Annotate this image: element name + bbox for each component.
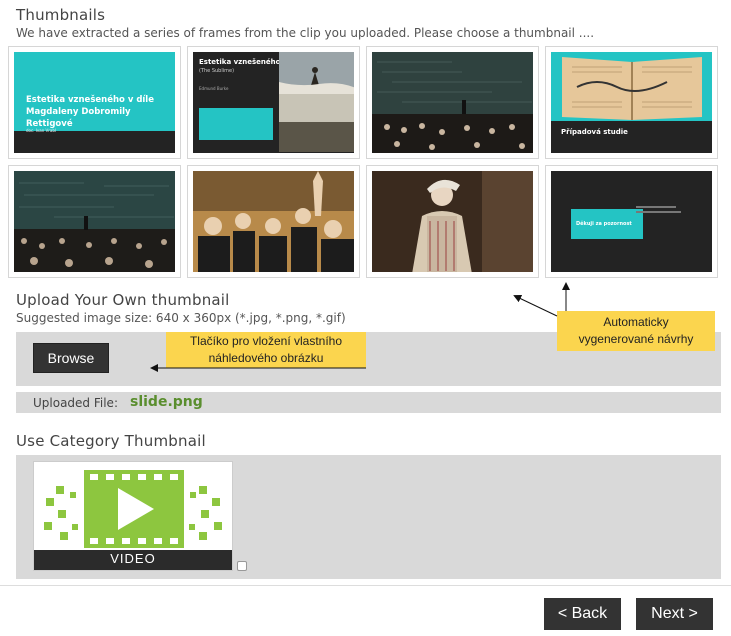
browse-button[interactable]: Browse — [33, 343, 109, 373]
frame-8-title: Děkuji za pozornost — [576, 221, 632, 227]
auto-suggestions-annotation: Automaticky vygenerované návrhy — [557, 311, 715, 351]
category-thumbnail-image[interactable]: VIDEO — [33, 461, 233, 571]
book-image — [557, 52, 707, 122]
thumbnail-frame-6[interactable] — [187, 165, 360, 278]
browse-annotation: Tlačíko pro vložení vlastního náhledovéh… — [166, 332, 366, 368]
footer-divider — [0, 585, 731, 586]
thumbnail-frame-5[interactable] — [8, 165, 181, 278]
category-thumbnail-checkbox[interactable] — [237, 561, 247, 571]
frame-2-author: Edmund Burke — [199, 86, 229, 91]
thumbnail-frame-3[interactable] — [366, 46, 539, 159]
audience-image — [193, 171, 354, 272]
lecture-hall-wide-image — [14, 171, 175, 272]
person-costume-image — [372, 171, 533, 272]
frame-2-title: Estetika vznešeného — [199, 58, 281, 66]
upload-hint: Suggested image size: 640 x 360px (*.jpg… — [16, 311, 346, 325]
uploaded-file-name: slide.png — [130, 394, 203, 410]
uploaded-file-bar — [16, 392, 721, 413]
category-heading: Use Category Thumbnail — [16, 432, 206, 450]
thumbnail-frame-7[interactable] — [366, 165, 539, 278]
back-button[interactable]: < Back — [544, 598, 621, 630]
thumbnails-heading: Thumbnails — [16, 6, 106, 24]
video-label: VIDEO — [110, 551, 156, 566]
painting-image — [279, 52, 354, 152]
uploaded-file-label: Uploaded File: — [33, 396, 118, 410]
thumbnail-frame-8[interactable]: Děkuji za pozornost — [545, 165, 718, 278]
frame-4-title: Případová studie — [561, 128, 628, 136]
thumbnail-frame-2[interactable]: Estetika vznešeného (The Sublime) Edmund… — [187, 46, 360, 159]
frame-1-caption: doc. Ivan Vrabl — [26, 128, 57, 133]
next-button[interactable]: Next > — [636, 598, 713, 630]
frame-2-subtitle: (The Sublime) — [199, 68, 235, 74]
lecture-hall-image — [372, 52, 533, 153]
thumbnail-frame-1[interactable]: Estetika vznešeného v díle Magdaleny Dob… — [8, 46, 181, 159]
frame-1-title: Estetika vznešeného v díle Magdaleny Dob… — [26, 95, 154, 129]
upload-heading: Upload Your Own thumbnail — [16, 291, 230, 309]
thumbnails-description: We have extracted a series of frames fro… — [16, 26, 595, 40]
thumbnail-frame-4[interactable]: Případová studie — [545, 46, 718, 159]
